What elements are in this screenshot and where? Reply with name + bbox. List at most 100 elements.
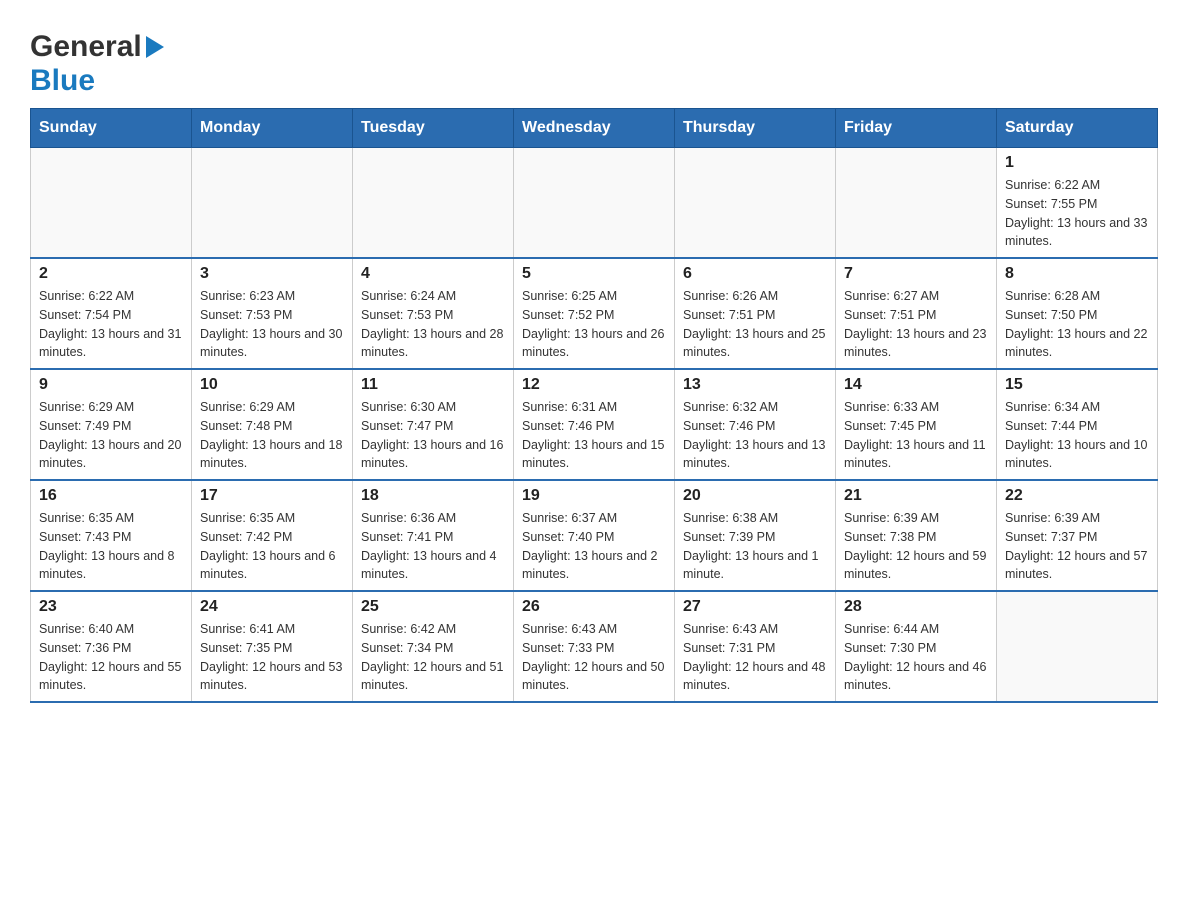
- day-info: Sunrise: 6:41 AMSunset: 7:35 PMDaylight:…: [200, 620, 344, 695]
- day-number: 20: [683, 487, 827, 505]
- calendar-week-4: 16Sunrise: 6:35 AMSunset: 7:43 PMDayligh…: [31, 480, 1158, 591]
- logo-general-text: General: [30, 30, 142, 64]
- day-number: 18: [361, 487, 505, 505]
- day-number: 28: [844, 598, 988, 616]
- day-info: Sunrise: 6:42 AMSunset: 7:34 PMDaylight:…: [361, 620, 505, 695]
- calendar-cell: 8Sunrise: 6:28 AMSunset: 7:50 PMDaylight…: [997, 258, 1158, 369]
- calendar-cell: [675, 148, 836, 259]
- calendar-cell: 19 Sunrise: 6:37 AMSunset: 7:40 PMDayligh…: [514, 480, 675, 591]
- day-number: 10: [200, 376, 344, 394]
- calendar-cell: 4 Sunrise: 6:24 AMSunset: 7:53 PMDaylight…: [353, 258, 514, 369]
- logo: General Blue: [30, 20, 164, 98]
- calendar-cell: 15Sunrise: 6:34 AMSunset: 7:44 PMDayligh…: [997, 369, 1158, 480]
- day-number: 19: [522, 487, 666, 505]
- weekday-header-saturday: Saturday: [997, 109, 1158, 148]
- weekday-header-wednesday: Wednesday: [514, 109, 675, 148]
- day-info: Sunrise: 6:22 AMSunset: 7:55 PMDaylight:…: [1005, 176, 1149, 251]
- weekday-header-monday: Monday: [192, 109, 353, 148]
- calendar-cell: 23 Sunrise: 6:40 AMSunset: 7:36 PMDayligh…: [31, 591, 192, 702]
- calendar-cell: 5 Sunrise: 6:25 AMSunset: 7:52 PMDaylight…: [514, 258, 675, 369]
- calendar-cell: 11Sunrise: 6:30 AMSunset: 7:47 PMDayligh…: [353, 369, 514, 480]
- calendar-cell: 18 Sunrise: 6:36 AMSunset: 7:41 PMDayligh…: [353, 480, 514, 591]
- day-info: Sunrise: 6:37 AMSunset: 7:40 PMDaylight:…: [522, 509, 666, 584]
- day-info: Sunrise: 6:29 AMSunset: 7:49 PMDaylight:…: [39, 398, 183, 473]
- day-info: Sunrise: 6:31 AMSunset: 7:46 PMDaylight:…: [522, 398, 666, 473]
- calendar-cell: 26 Sunrise: 6:43 AMSunset: 7:33 PMDayligh…: [514, 591, 675, 702]
- day-number: 15: [1005, 376, 1149, 394]
- calendar-cell: 3 Sunrise: 6:23 AMSunset: 7:53 PMDaylight…: [192, 258, 353, 369]
- day-info: Sunrise: 6:43 AMSunset: 7:31 PMDaylight:…: [683, 620, 827, 695]
- day-number: 21: [844, 487, 988, 505]
- day-info: Sunrise: 6:43 AMSunset: 7:33 PMDaylight:…: [522, 620, 666, 695]
- calendar-cell: 12Sunrise: 6:31 AMSunset: 7:46 PMDayligh…: [514, 369, 675, 480]
- day-info: Sunrise: 6:38 AMSunset: 7:39 PMDaylight:…: [683, 509, 827, 584]
- calendar-header: SundayMondayTuesdayWednesdayThursdayFrid…: [31, 109, 1158, 148]
- day-number: 4: [361, 265, 505, 283]
- logo-blue-text: Blue: [30, 64, 95, 98]
- day-number: 25: [361, 598, 505, 616]
- day-info: Sunrise: 6:27 AMSunset: 7:51 PMDaylight:…: [844, 287, 988, 362]
- day-number: 17: [200, 487, 344, 505]
- day-info: Sunrise: 6:26 AMSunset: 7:51 PMDaylight:…: [683, 287, 827, 362]
- day-number: 5: [522, 265, 666, 283]
- calendar-week-5: 23 Sunrise: 6:40 AMSunset: 7:36 PMDayligh…: [31, 591, 1158, 702]
- calendar-cell: [514, 148, 675, 259]
- calendar-body: 1 Sunrise: 6:22 AMSunset: 7:55 PMDaylight…: [31, 148, 1158, 703]
- day-number: 13: [683, 376, 827, 394]
- day-info: Sunrise: 6:36 AMSunset: 7:41 PMDaylight:…: [361, 509, 505, 584]
- day-number: 16: [39, 487, 183, 505]
- weekday-header-thursday: Thursday: [675, 109, 836, 148]
- calendar-cell: 7 Sunrise: 6:27 AMSunset: 7:51 PMDaylight…: [836, 258, 997, 369]
- day-info: Sunrise: 6:33 AMSunset: 7:45 PMDaylight:…: [844, 398, 988, 473]
- day-info: Sunrise: 6:23 AMSunset: 7:53 PMDaylight:…: [200, 287, 344, 362]
- day-number: 3: [200, 265, 344, 283]
- calendar-cell: [836, 148, 997, 259]
- header: General Blue: [30, 20, 1158, 98]
- weekday-header-friday: Friday: [836, 109, 997, 148]
- calendar: SundayMondayTuesdayWednesdayThursdayFrid…: [30, 108, 1158, 703]
- calendar-cell: 13 Sunrise: 6:32 AMSunset: 7:46 PMDayligh…: [675, 369, 836, 480]
- day-number: 6: [683, 265, 827, 283]
- day-info: Sunrise: 6:30 AMSunset: 7:47 PMDaylight:…: [361, 398, 505, 473]
- weekday-header-sunday: Sunday: [31, 109, 192, 148]
- day-number: 1: [1005, 154, 1149, 172]
- calendar-cell: [353, 148, 514, 259]
- calendar-week-1: 1 Sunrise: 6:22 AMSunset: 7:55 PMDaylight…: [31, 148, 1158, 259]
- day-info: Sunrise: 6:25 AMSunset: 7:52 PMDaylight:…: [522, 287, 666, 362]
- calendar-cell: 9 Sunrise: 6:29 AMSunset: 7:49 PMDaylight…: [31, 369, 192, 480]
- day-number: 14: [844, 376, 988, 394]
- calendar-cell: 1 Sunrise: 6:22 AMSunset: 7:55 PMDaylight…: [997, 148, 1158, 259]
- calendar-week-3: 9 Sunrise: 6:29 AMSunset: 7:49 PMDaylight…: [31, 369, 1158, 480]
- calendar-cell: 27 Sunrise: 6:43 AMSunset: 7:31 PMDayligh…: [675, 591, 836, 702]
- day-info: Sunrise: 6:29 AMSunset: 7:48 PMDaylight:…: [200, 398, 344, 473]
- day-info: Sunrise: 6:40 AMSunset: 7:36 PMDaylight:…: [39, 620, 183, 695]
- calendar-cell: 28Sunrise: 6:44 AMSunset: 7:30 PMDayligh…: [836, 591, 997, 702]
- weekday-row: SundayMondayTuesdayWednesdayThursdayFrid…: [31, 109, 1158, 148]
- calendar-cell: 22Sunrise: 6:39 AMSunset: 7:37 PMDayligh…: [997, 480, 1158, 591]
- day-info: Sunrise: 6:32 AMSunset: 7:46 PMDaylight:…: [683, 398, 827, 473]
- calendar-cell: 10 Sunrise: 6:29 AMSunset: 7:48 PMDayligh…: [192, 369, 353, 480]
- day-info: Sunrise: 6:39 AMSunset: 7:38 PMDaylight:…: [844, 509, 988, 584]
- calendar-week-2: 2Sunrise: 6:22 AMSunset: 7:54 PMDaylight…: [31, 258, 1158, 369]
- calendar-cell: 17 Sunrise: 6:35 AMSunset: 7:42 PMDayligh…: [192, 480, 353, 591]
- day-info: Sunrise: 6:22 AMSunset: 7:54 PMDaylight:…: [39, 287, 183, 362]
- calendar-cell: 2Sunrise: 6:22 AMSunset: 7:54 PMDaylight…: [31, 258, 192, 369]
- calendar-cell: 21 Sunrise: 6:39 AMSunset: 7:38 PMDayligh…: [836, 480, 997, 591]
- calendar-cell: 16Sunrise: 6:35 AMSunset: 7:43 PMDayligh…: [31, 480, 192, 591]
- day-info: Sunrise: 6:24 AMSunset: 7:53 PMDaylight:…: [361, 287, 505, 362]
- day-number: 24: [200, 598, 344, 616]
- day-info: Sunrise: 6:35 AMSunset: 7:42 PMDaylight:…: [200, 509, 344, 584]
- calendar-cell: [31, 148, 192, 259]
- calendar-cell: [192, 148, 353, 259]
- calendar-cell: 6 Sunrise: 6:26 AMSunset: 7:51 PMDaylight…: [675, 258, 836, 369]
- day-number: 23: [39, 598, 183, 616]
- day-number: 7: [844, 265, 988, 283]
- calendar-cell: 25 Sunrise: 6:42 AMSunset: 7:34 PMDayligh…: [353, 591, 514, 702]
- calendar-cell: 14 Sunrise: 6:33 AMSunset: 7:45 PMDayligh…: [836, 369, 997, 480]
- day-number: 26: [522, 598, 666, 616]
- weekday-header-tuesday: Tuesday: [353, 109, 514, 148]
- day-info: Sunrise: 6:39 AMSunset: 7:37 PMDaylight:…: [1005, 509, 1149, 584]
- day-number: 9: [39, 376, 183, 394]
- day-number: 27: [683, 598, 827, 616]
- logo-triangle-icon: [146, 36, 164, 63]
